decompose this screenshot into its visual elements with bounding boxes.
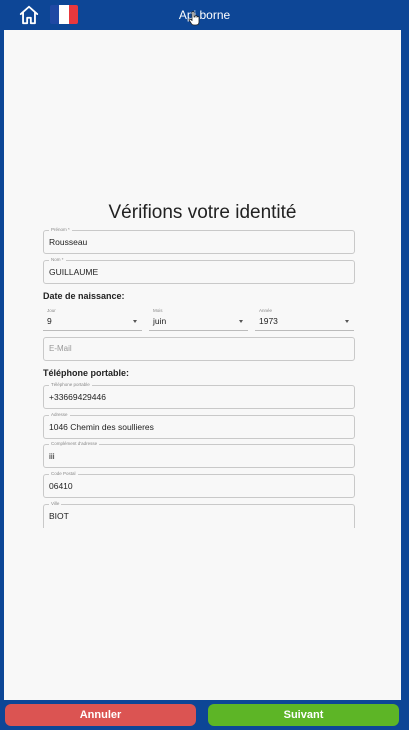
- month-select[interactable]: Mois juin: [149, 308, 248, 331]
- first-name-label: Prénom *: [49, 227, 72, 233]
- month-label: Mois: [153, 308, 163, 313]
- last-name-label: Nom *: [49, 257, 66, 263]
- dob-label: Date de naissance:: [43, 291, 125, 301]
- first-name-value: Rousseau: [49, 237, 88, 247]
- first-name-field[interactable]: Prénom * Rousseau: [43, 227, 355, 254]
- month-value: juin: [153, 316, 167, 326]
- email-placeholder: E-Mail: [49, 344, 72, 353]
- address-complement-value: iii: [49, 451, 55, 461]
- city-field[interactable]: Ville BIOT: [43, 501, 355, 528]
- page-title: Vérifions votre identité: [108, 202, 297, 223]
- phone-label: Téléphone portable: [49, 382, 92, 388]
- address-value: 1046 Chemin des soullieres: [49, 422, 154, 432]
- form-panel: Vérifions votre identité Prénom * Rousse…: [4, 30, 401, 700]
- chevron-down-icon: [239, 320, 243, 323]
- address-complement-label: Complément d'adresse: [49, 441, 100, 447]
- city-value: BIOT: [49, 511, 69, 521]
- postal-code-field[interactable]: Code Postal 06410: [43, 471, 355, 498]
- chevron-down-icon: [345, 320, 349, 323]
- email-field[interactable]: E-Mail: [43, 337, 355, 361]
- year-label: Année: [259, 308, 273, 313]
- chevron-down-icon: [133, 320, 137, 323]
- hand-cursor-icon: [188, 11, 200, 26]
- last-name-value: GUILLAUME: [49, 267, 99, 277]
- day-select[interactable]: Jour 9: [43, 308, 142, 331]
- last-name-field[interactable]: Nom * GUILLAUME: [43, 257, 355, 284]
- address-field[interactable]: Adresse 1046 Chemin des soullieres: [43, 412, 355, 439]
- postal-code-label: Code Postal: [49, 471, 78, 477]
- day-label: Jour: [47, 308, 56, 313]
- postal-code-value: 06410: [49, 481, 73, 491]
- phone-value: +33669429446: [49, 392, 106, 402]
- city-label: Ville: [49, 501, 62, 507]
- app-title: Api borne: [178, 8, 231, 22]
- top-bar: Api borne: [0, 0, 409, 30]
- phone-section-label: Téléphone portable:: [43, 368, 130, 378]
- address-complement-field[interactable]: Complément d'adresse iii: [43, 441, 355, 468]
- phone-field[interactable]: Téléphone portable +33669429446: [43, 382, 355, 409]
- year-value: 1973: [259, 316, 278, 326]
- year-select[interactable]: Année 1973: [255, 308, 354, 331]
- address-label: Adresse: [49, 412, 70, 418]
- cancel-button[interactable]: Annuler: [5, 704, 196, 726]
- day-value: 9: [47, 316, 52, 326]
- next-button[interactable]: Suivant: [208, 704, 399, 726]
